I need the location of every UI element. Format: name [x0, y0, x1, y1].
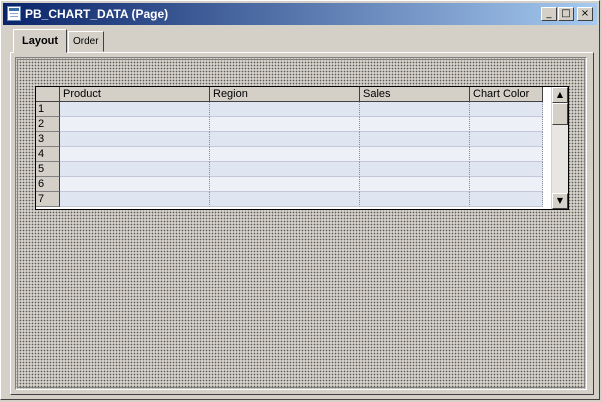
product-cell[interactable] [60, 102, 210, 117]
window-title: PB_CHART_DATA (Page) [25, 7, 169, 21]
chart-color-cell[interactable] [470, 177, 543, 192]
sales-cell[interactable] [360, 162, 470, 177]
chart-color-cell[interactable] [470, 117, 543, 132]
region-cell[interactable] [210, 192, 360, 207]
table-row[interactable]: 1 [36, 102, 543, 117]
product-cell[interactable] [60, 132, 210, 147]
maximize-button[interactable]: □ [558, 7, 574, 21]
row-number: 3 [36, 132, 60, 147]
column-header-chart-color[interactable]: Chart Color [470, 87, 543, 102]
grid-header: Product Region Sales Chart Color [36, 87, 543, 102]
table-row[interactable]: 5 [36, 162, 543, 177]
chart-color-cell[interactable] [470, 102, 543, 117]
page-designer-window: PB_CHART_DATA (Page) _ □ × Layout Order … [0, 0, 600, 400]
row-number: 2 [36, 117, 60, 132]
column-header-product[interactable]: Product [60, 87, 210, 102]
design-canvas[interactable]: Product Region Sales Chart Color 1 2 3 4… [15, 57, 587, 390]
row-number: 7 [36, 192, 60, 207]
tab-layout[interactable]: Layout [13, 29, 68, 53]
row-number: 5 [36, 162, 60, 177]
scroll-up-button[interactable]: ▲ [552, 87, 568, 103]
table-row[interactable]: 4 [36, 147, 543, 162]
region-cell[interactable] [210, 132, 360, 147]
grid-vertical-scrollbar[interactable]: ▲ ▼ [551, 87, 568, 209]
sales-cell[interactable] [360, 102, 470, 117]
close-button[interactable]: × [577, 7, 593, 21]
row-number: 1 [36, 102, 60, 117]
table-row[interactable]: 2 [36, 117, 543, 132]
scroll-thumb[interactable] [552, 103, 568, 125]
row-number-header [36, 87, 60, 102]
table-row[interactable]: 6 [36, 177, 543, 192]
product-cell[interactable] [60, 192, 210, 207]
region-cell[interactable] [210, 162, 360, 177]
sales-cell[interactable] [360, 177, 470, 192]
region-cell[interactable] [210, 177, 360, 192]
chart-data-grid[interactable]: Product Region Sales Chart Color 1 2 3 4… [35, 86, 569, 210]
product-cell[interactable] [60, 117, 210, 132]
scroll-down-button[interactable]: ▼ [552, 193, 568, 209]
product-cell[interactable] [60, 162, 210, 177]
chart-color-cell[interactable] [470, 192, 543, 207]
region-cell[interactable] [210, 117, 360, 132]
title-bar[interactable]: PB_CHART_DATA (Page) _ □ × [3, 3, 597, 25]
column-header-sales[interactable]: Sales [360, 87, 470, 102]
product-cell[interactable] [60, 177, 210, 192]
window-controls: _ □ × [540, 7, 593, 21]
row-number: 4 [36, 147, 60, 162]
table-row[interactable]: 3 [36, 132, 543, 147]
chart-color-cell[interactable] [470, 162, 543, 177]
column-header-region[interactable]: Region [210, 87, 360, 102]
sales-cell[interactable] [360, 132, 470, 147]
tab-strip: Layout Order [13, 29, 213, 53]
chart-color-cell[interactable] [470, 147, 543, 162]
grid-rows: 1 2 3 4 5 6 7 [36, 102, 543, 207]
region-cell[interactable] [210, 147, 360, 162]
minimize-button[interactable]: _ [541, 7, 557, 21]
chart-color-cell[interactable] [470, 132, 543, 147]
product-cell[interactable] [60, 147, 210, 162]
table-row[interactable]: 7 [36, 192, 543, 207]
layout-panel: Product Region Sales Chart Color 1 2 3 4… [10, 52, 594, 395]
sales-cell[interactable] [360, 147, 470, 162]
row-number: 6 [36, 177, 60, 192]
region-cell[interactable] [210, 102, 360, 117]
sales-cell[interactable] [360, 192, 470, 207]
page-icon [7, 6, 21, 21]
sales-cell[interactable] [360, 117, 470, 132]
tab-order[interactable]: Order [68, 31, 104, 52]
